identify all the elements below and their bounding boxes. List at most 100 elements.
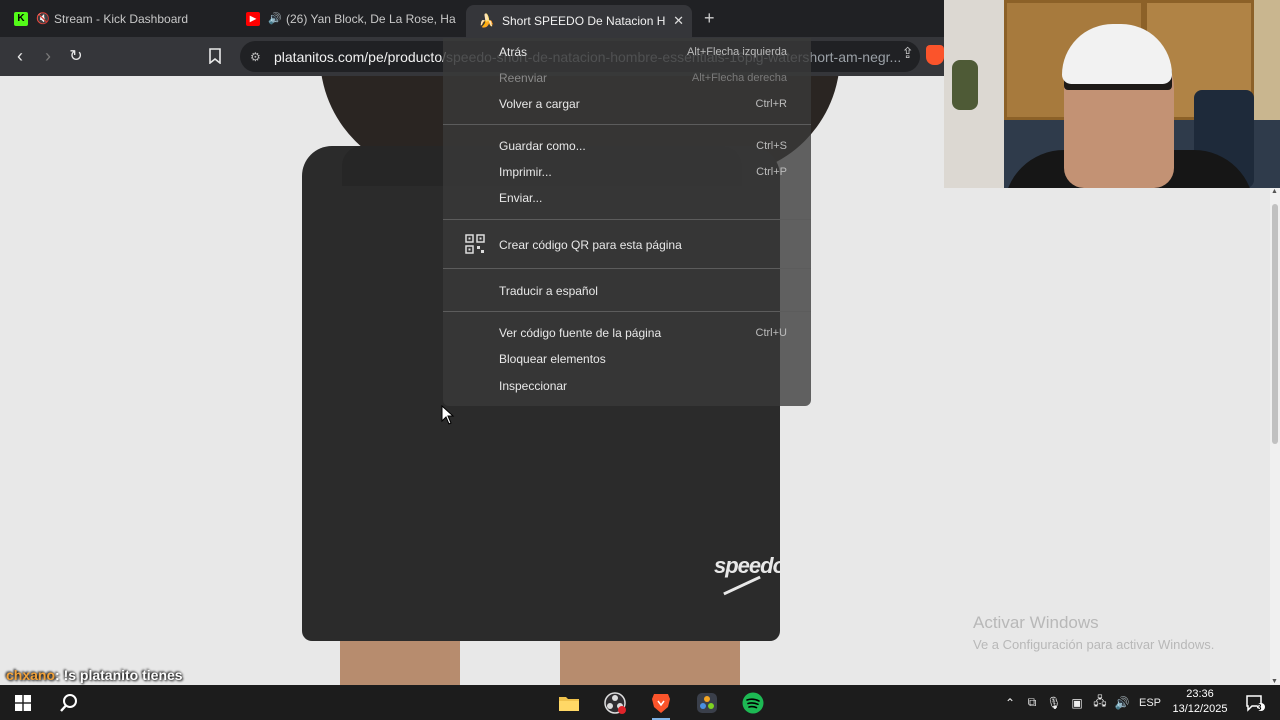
menu-item-save-as[interactable]: Guardar como... Ctrl+S: [499, 135, 787, 157]
youtube-icon: ▶: [246, 11, 260, 26]
menu-item-print[interactable]: Imprimir... Ctrl+P: [499, 161, 787, 183]
forward-icon[interactable]: ›: [37, 45, 59, 67]
taskbar-spotify[interactable]: [730, 685, 776, 720]
davinci-resolve-icon: [697, 692, 717, 713]
tab-title: Stream - Kick Dashboard: [54, 11, 189, 26]
start-button[interactable]: [0, 685, 46, 720]
url-host: platanitos.com/pe/producto/: [274, 48, 446, 65]
browser-tab-bar: K 🔇 Stream - Kick Dashboard ▶ 🔊 (26) Yan…: [0, 0, 944, 37]
menu-item-shortcut: Ctrl+U: [755, 327, 787, 339]
menu-separator: [443, 219, 811, 220]
taskbar-brave[interactable]: [638, 685, 684, 720]
menu-separator: [443, 268, 811, 269]
menu-item-translate[interactable]: Traducir a español: [499, 280, 787, 302]
menu-item-label: Traducir a español: [499, 284, 598, 298]
back-icon[interactable]: ‹: [9, 45, 31, 67]
menu-item-label: Inspeccionar: [499, 379, 568, 393]
menu-separator: [443, 311, 811, 312]
clock-date: 13/12/2025: [1172, 703, 1228, 715]
webcam-overlay: [944, 0, 1280, 188]
network-icon[interactable]: 🖧: [1090, 685, 1110, 720]
scroll-down-icon[interactable]: ▼: [1271, 678, 1278, 685]
menu-item-label: Enviar...: [499, 191, 543, 205]
microphone-icon[interactable]: 🎙: [1044, 685, 1064, 720]
menu-item-label: Guardar como...: [499, 139, 586, 153]
mouse-cursor-icon: [441, 405, 455, 425]
menu-item-label: Imprimir...: [499, 165, 552, 179]
menu-item-label: Bloquear elementos: [499, 352, 606, 366]
menu-item-inspect[interactable]: Inspeccionar: [499, 375, 787, 397]
volume-icon[interactable]: 🔊: [1112, 685, 1132, 720]
tab-speedo-product[interactable]: 🍌 Short SPEEDO De Natacion Hom ✕: [466, 5, 692, 37]
site-settings-icon[interactable]: ⚙: [250, 50, 266, 64]
menu-item-label: Reenviar: [499, 71, 548, 85]
page-scrollbar[interactable]: ▲ ▼: [1270, 188, 1280, 685]
menu-item-label: Atrás: [499, 45, 528, 59]
menu-item-shortcut: Ctrl+R: [755, 98, 787, 110]
menu-item-shortcut: Alt+Flecha izquierda: [687, 46, 787, 58]
stream-chat-message: chxano: !s platanito tienes: [6, 667, 183, 683]
brave-shields-icon[interactable]: [926, 45, 944, 65]
menu-item-view-source[interactable]: Ver código fuente de la página Ctrl+U: [499, 322, 787, 344]
search-button[interactable]: [46, 685, 92, 720]
menu-item-forward[interactable]: Reenviar Alt+Flecha derecha: [499, 67, 787, 89]
taskbar-davinci[interactable]: [684, 685, 730, 720]
spotify-icon: [742, 692, 764, 713]
speedo-logo: speedo: [714, 553, 786, 578]
menu-item-label: Volver a cargar: [499, 97, 580, 111]
obs-icon: [604, 691, 626, 714]
activation-title: Activar Windows: [973, 613, 1099, 632]
activation-subtitle: Ve a Configuración para activar Windows.: [973, 637, 1215, 652]
show-hidden-icons[interactable]: ⌃: [1000, 685, 1020, 720]
bookmark-icon[interactable]: [204, 45, 226, 67]
menu-item-label: Ver código fuente de la página: [499, 326, 662, 340]
webcam-backpack: [952, 60, 978, 110]
menu-item-reload[interactable]: Volver a cargar Ctrl+R: [499, 93, 787, 115]
taskbar-obs[interactable]: [592, 685, 638, 720]
notification-count: 3: [1257, 703, 1262, 712]
brave-icon: [652, 693, 670, 713]
menu-item-shortcut: Alt+Flecha derecha: [691, 72, 787, 84]
audio-playing-icon[interactable]: 🔊: [268, 12, 282, 25]
muted-icon[interactable]: 🔇: [36, 12, 50, 25]
chat-username: chxano: [6, 667, 56, 683]
tab-title: (26) Yan Block, De La Rose, Hades: [286, 11, 456, 26]
chat-text: : !s platanito tienes: [55, 667, 183, 683]
clock[interactable]: 23:36 13/12/2025: [1170, 687, 1230, 717]
scroll-up-icon[interactable]: ▲: [1271, 188, 1278, 195]
share-icon[interactable]: ⇪: [901, 44, 914, 62]
menu-item-block-elements[interactable]: Bloquear elementos: [499, 348, 787, 370]
menu-item-back[interactable]: Atrás Alt+Flecha izquierda: [499, 41, 787, 63]
qr-code-icon: [465, 234, 485, 254]
language-indicator[interactable]: ESP: [1136, 685, 1164, 720]
tab-youtube[interactable]: ▶ 🔊 (26) Yan Block, De La Rose, Hades: [232, 5, 464, 32]
search-icon: [60, 693, 77, 712]
close-tab-icon[interactable]: ✕: [673, 13, 684, 29]
platanitos-icon: 🍌: [478, 13, 496, 28]
clock-time: 23:36: [1186, 688, 1214, 700]
menu-item-send[interactable]: Enviar...: [499, 187, 787, 209]
menu-item-create-qr[interactable]: Crear código QR para esta página: [499, 234, 787, 256]
reload-icon[interactable]: ↻: [65, 45, 87, 67]
menu-item-label: Crear código QR para esta página: [499, 238, 682, 252]
notification-center[interactable]: 3: [1240, 685, 1270, 720]
menu-item-shortcut: Ctrl+S: [756, 140, 787, 152]
menu-item-shortcut: Ctrl+P: [756, 166, 787, 178]
context-menu: Atrás Alt+Flecha izquierda Reenviar Alt+…: [443, 38, 811, 406]
tray-device-icon[interactable]: ▣: [1066, 685, 1088, 720]
kick-icon: K: [14, 11, 28, 26]
windows-logo-icon: [15, 694, 31, 711]
tab-kick-dashboard[interactable]: K 🔇 Stream - Kick Dashboard: [0, 5, 232, 32]
model-leg-right: [560, 636, 740, 685]
tray-app-icon[interactable]: ⧉: [1022, 685, 1042, 720]
folder-icon: [559, 696, 579, 711]
menu-separator: [443, 124, 811, 125]
taskbar-file-explorer[interactable]: [546, 685, 592, 720]
tab-title: Short SPEEDO De Natacion Hom: [502, 14, 666, 28]
windows-taskbar: ⌃ ⧉ 🎙 ▣ 🖧 🔊 ESP 23:36 13/12/2025 3: [0, 685, 1280, 720]
scrollbar-thumb[interactable]: [1272, 204, 1278, 444]
windows-activation-watermark: Activar Windows Ve a Configuración para …: [973, 613, 1214, 652]
model-leg-left: [340, 636, 460, 685]
notification-icon: [1246, 694, 1265, 712]
new-tab-icon[interactable]: +: [704, 8, 715, 29]
